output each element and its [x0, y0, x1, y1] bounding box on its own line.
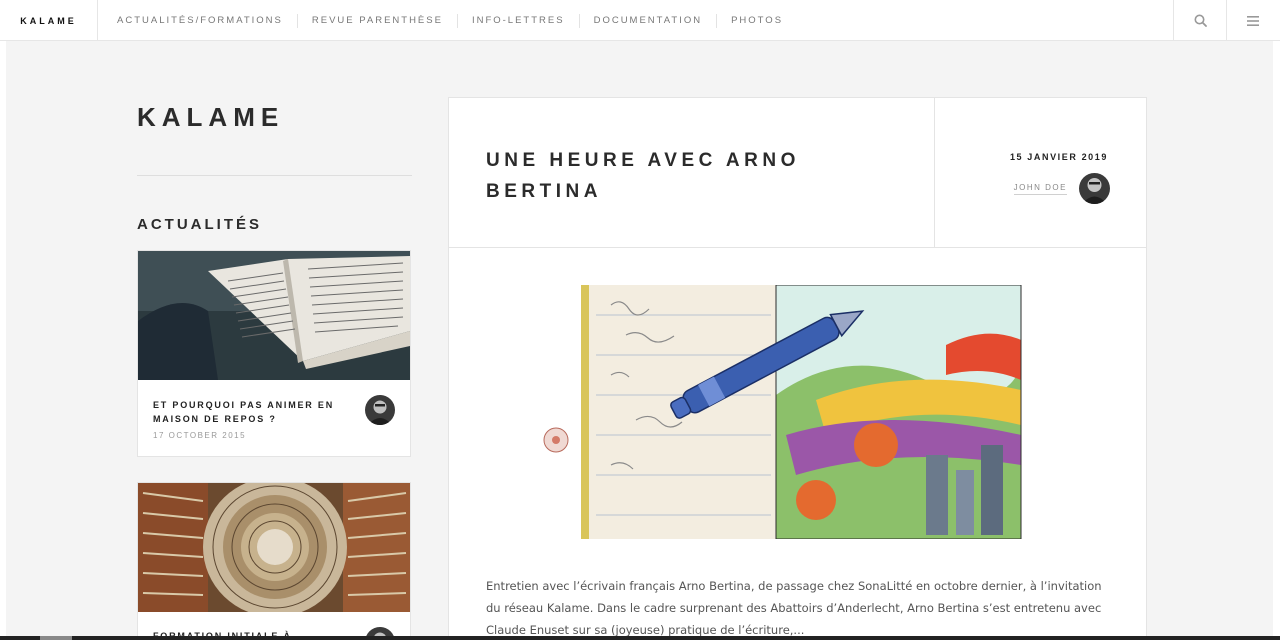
scrollbar-thumb[interactable] — [40, 636, 72, 640]
sidebar-divider — [137, 175, 412, 176]
sidebar-heading: ACTUALITÉS — [137, 216, 262, 233]
menu-button[interactable] — [1226, 0, 1279, 41]
nav-item-documentation[interactable]: DOCUMENTATION — [578, 13, 717, 28]
pen-landscape-drawing[interactable] — [486, 285, 1110, 539]
hamburger-menu-icon — [1247, 15, 1259, 26]
author-avatar — [1079, 173, 1110, 204]
site-title: KALAME — [137, 102, 285, 132]
top-navigation: KALAME ACTUALITÉS/FORMATIONS REVUE PAREN… — [0, 0, 1280, 41]
horizontal-scrollbar[interactable] — [0, 636, 1280, 640]
nav-item-info-lettres[interactable]: INFO-LETTRES — [456, 13, 579, 28]
article-header: UNE HEURE AVEC ARNO BERTINA 15 JANVIER 2… — [449, 98, 1146, 248]
news-card-date: 17 OCTOBER 2015 — [153, 431, 247, 440]
nav-item-actualites[interactable]: ACTUALITÉS/FORMATIONS — [103, 14, 297, 28]
news-card[interactable]: ET POURQUOI PAS ANIMER EN MAISON DE REPO… — [137, 250, 411, 457]
article-meta: 15 JANVIER 2019 JOHN DOE — [934, 98, 1146, 248]
author-avatar — [365, 395, 395, 425]
news-card-title[interactable]: ET POURQUOI PAS ANIMER EN MAISON DE REPO… — [153, 398, 358, 426]
nav-item-revue[interactable]: REVUE PARENTHÈSE — [296, 13, 457, 28]
article-date: 15 JANVIER 2019 — [1009, 152, 1108, 162]
article-excerpt: Entretien avec l’écrivain français Arno … — [486, 579, 1102, 637]
article-author[interactable]: JOHN DOE — [1013, 183, 1067, 195]
main-menu: ACTUALITÉS/FORMATIONS REVUE PARENTHÈSE I… — [103, 0, 797, 41]
search-icon — [1194, 14, 1207, 27]
search-button[interactable] — [1173, 0, 1226, 41]
article-card: UNE HEURE AVEC ARNO BERTINA 15 JANVIER 2… — [448, 97, 1147, 640]
nav-item-photos[interactable]: PHOTOS — [716, 13, 797, 28]
brand-logo[interactable]: KALAME — [0, 0, 98, 41]
book-tower-photo[interactable] — [138, 483, 410, 612]
article-title[interactable]: UNE HEURE AVEC ARNO BERTINA — [486, 145, 906, 207]
news-card[interactable]: FORMATION INITIALE À — [137, 482, 411, 640]
open-book-photo[interactable] — [138, 251, 410, 380]
